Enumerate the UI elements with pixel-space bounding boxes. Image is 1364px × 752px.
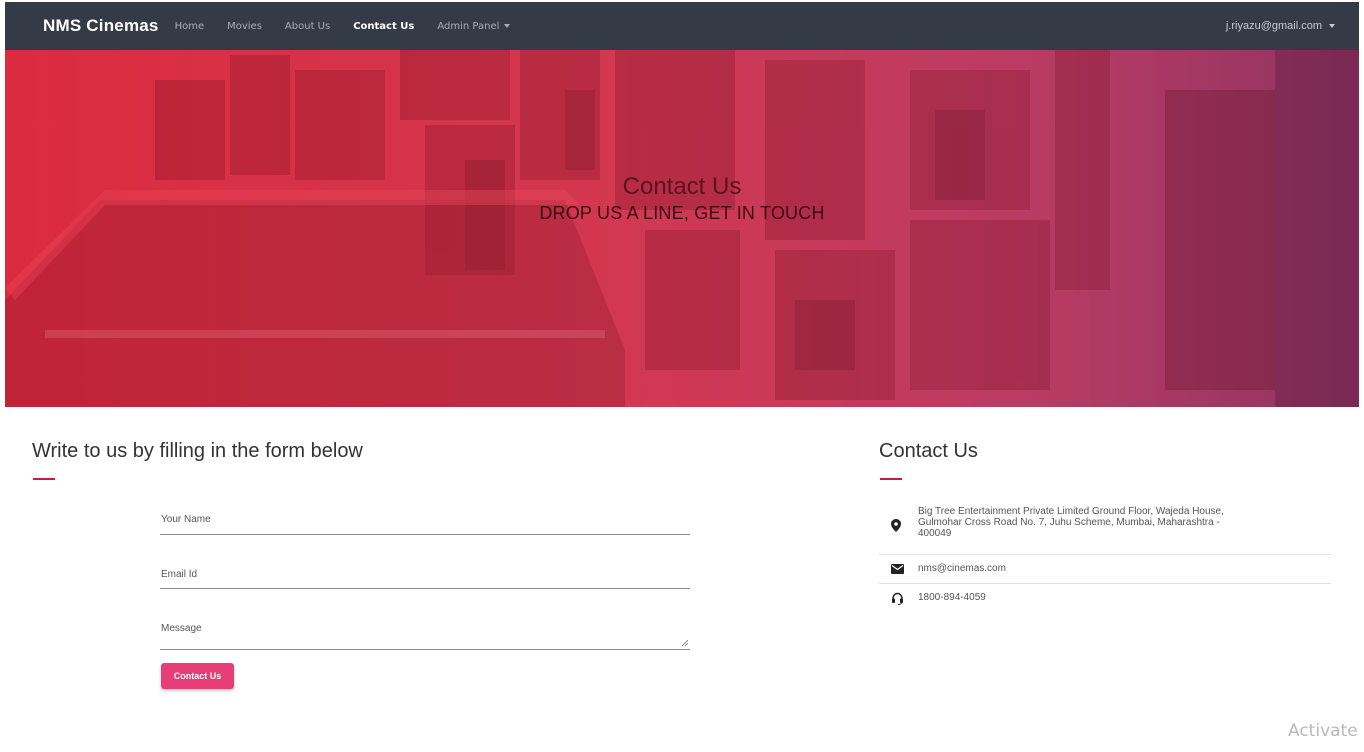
contact-email[interactable]: nms@cinemas.com [918,563,1006,574]
email-field[interactable]: Email Id [160,569,690,589]
top-navbar: NMS Cinemas Home Movies About Us Contact… [5,2,1359,50]
hero-background-image [5,50,1359,407]
user-account-menu[interactable]: j.riyazu@gmail.com [1226,20,1335,32]
resize-grip-icon[interactable] [682,640,688,646]
nav-admin-panel[interactable]: Admin Panel [437,20,511,32]
address-line-3: 400049 [918,528,952,539]
name-field[interactable]: Your Name [160,514,690,535]
hero-title: Contact Us [622,173,742,200]
nav-about-us[interactable]: About Us [285,21,330,32]
hero-banner: Contact Us DROP US A LINE, GET IN TOUCH [5,50,1359,407]
nav-admin-panel-label: Admin Panel [437,20,500,32]
nav-menu: Home Movies About Us Contact Us Admin Pa… [175,21,534,32]
contact-phone[interactable]: 1800-894-4059 [918,592,986,603]
address-line-2: Gulmohar Cross Road No. 7, Juhu Scheme, … [918,517,1220,528]
address-row: Big Tree Entertainment Private Limited G… [879,503,1331,555]
message-field[interactable]: Message [160,623,690,650]
nav-home[interactable]: Home [175,21,205,32]
caret-down-icon [1329,24,1335,29]
brand-logo[interactable]: NMS Cinemas [43,16,159,36]
user-email: j.riyazu@gmail.com [1225,20,1322,32]
contact-heading-divider [880,478,902,480]
envelope-icon [891,564,904,574]
headset-icon [892,592,903,605]
address-text: Big Tree Entertainment Private Limited G… [918,506,1224,539]
contact-us-submit-button[interactable]: Contact Us [161,663,234,689]
nav-movies[interactable]: Movies [227,21,262,32]
nav-contact-us[interactable]: Contact Us [353,21,414,32]
location-pin-icon [891,519,901,532]
form-heading-divider [33,478,55,480]
name-placeholder: Your Name [161,514,211,525]
email-placeholder: Email Id [161,569,198,580]
address-line-1: Big Tree Entertainment Private Limited G… [918,506,1224,517]
form-heading: Write to us by filling in the form below [32,440,363,462]
caret-down-icon [504,23,511,28]
hero-text: Contact Us DROP US A LINE, GET IN TOUCH [5,173,1359,224]
email-row: nms@cinemas.com [879,556,1331,584]
contact-info-heading: Contact Us [879,440,978,462]
message-placeholder: Message [161,623,202,634]
activate-windows-watermark: Activate [1288,721,1358,741]
phone-row: 1800-894-4059 [879,585,1331,613]
hero-subtitle: DROP US A LINE, GET IN TOUCH [539,203,825,223]
